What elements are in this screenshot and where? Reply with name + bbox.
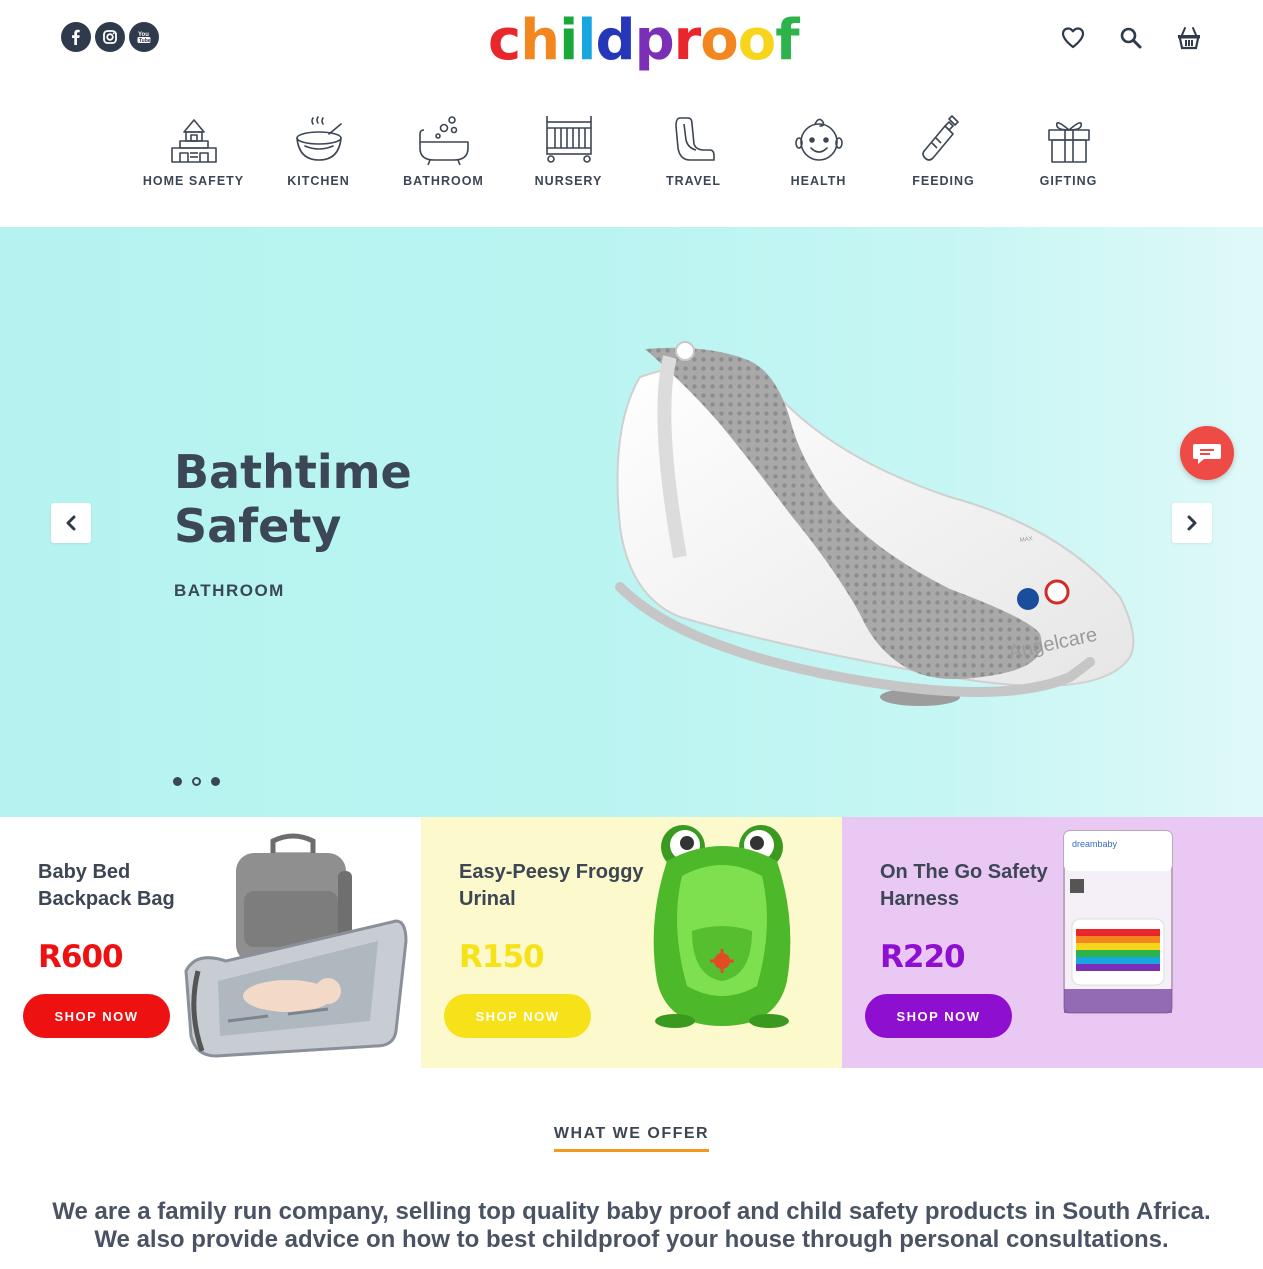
froggy-urinal-image	[653, 825, 791, 1028]
hero-title: Bathtime Safety	[174, 445, 474, 553]
promo-price: R600	[38, 939, 124, 975]
category-health[interactable]: HEALTH	[756, 112, 881, 188]
category-nursery[interactable]: NURSERY	[506, 112, 631, 188]
about-paragraph: We are a family run company, selling top…	[52, 1198, 1211, 1253]
logo-letter: r	[673, 8, 702, 73]
facebook-icon[interactable]	[61, 22, 91, 52]
logo-letter: h	[520, 8, 560, 73]
category-label: HEALTH	[790, 174, 847, 188]
category-label: HOME SAFETY	[142, 174, 245, 188]
youtube-icon[interactable]: You Tube	[129, 22, 159, 52]
svg-text:dreambaby: dreambaby	[1072, 839, 1118, 849]
carousel-dot-3[interactable]	[211, 777, 220, 786]
promo-price: R150	[459, 939, 545, 975]
gift-box-icon	[1047, 122, 1090, 163]
logo-letter: i	[559, 8, 578, 73]
carousel-dot-2[interactable]	[192, 777, 201, 786]
safety-harness-package-image: dreambaby	[1063, 830, 1173, 1014]
category-nav: HOME SAFETY KITCHEN BATHROOM NURSERY TRA…	[131, 112, 1131, 188]
hero-carousel: Bathtime Safety BATHROOM Angelcare MAX	[0, 227, 1263, 817]
house-blocks-icon	[170, 119, 217, 163]
category-home-safety[interactable]: HOME SAFETY	[131, 112, 256, 188]
baby-bath-seat-image: Angelcare MAX	[615, 341, 1135, 706]
promo-title: On The Go Safety Harness	[880, 861, 1048, 910]
logo-letter: f	[775, 8, 799, 73]
hero-category-link[interactable]: BATHROOM	[174, 581, 285, 601]
hero-title-line-2: Safety	[174, 499, 342, 553]
category-label: GIFTING	[1039, 174, 1098, 188]
promo-tile-safety-harness[interactable]: On The Go Safety Harness R220 SHOP NOW d…	[842, 817, 1263, 1068]
instagram-icon[interactable]	[95, 22, 125, 52]
promo-tile-backpack[interactable]: Baby Bed Backpack Bag R600 SHOP NOW	[0, 817, 421, 1068]
category-gifting[interactable]: GIFTING	[1006, 112, 1131, 188]
logo-letter: d	[595, 8, 635, 73]
logo-letter: o	[737, 8, 776, 73]
search-icon[interactable]	[1117, 24, 1145, 52]
category-label: NURSERY	[534, 174, 603, 188]
site-header: You Tube childproof	[0, 0, 1263, 84]
shop-now-button[interactable]: SHOP NOW	[865, 994, 1012, 1038]
shop-now-button[interactable]: SHOP NOW	[23, 994, 170, 1038]
chevron-left-icon	[66, 515, 76, 531]
promo-tiles: Baby Bed Backpack Bag R600 SHOP NOW Easy…	[0, 817, 1263, 1068]
social-links: You Tube	[61, 22, 159, 52]
category-feeding[interactable]: FEEDING	[881, 112, 1006, 188]
bowl-icon	[295, 116, 342, 161]
category-label: FEEDING	[912, 174, 975, 188]
shop-now-button[interactable]: SHOP NOW	[444, 994, 591, 1038]
baby-face-icon	[794, 118, 843, 161]
chat-bubble-icon	[1193, 444, 1221, 464]
bathtub-icon	[418, 116, 469, 166]
category-label: BATHROOM	[403, 174, 484, 188]
what-we-offer-heading: WHAT WE OFFER	[553, 1125, 710, 1152]
carousel-dots	[173, 777, 220, 786]
baby-bottle-icon	[921, 115, 959, 161]
car-seat-icon	[674, 117, 715, 161]
category-label: KITCHEN	[287, 174, 350, 188]
category-travel[interactable]: TRAVEL	[631, 112, 756, 188]
promo-tile-froggy-urinal[interactable]: Easy-Peesy Froggy Urinal R150 SHOP NOW	[421, 817, 842, 1068]
section-heading: WHAT WE OFFER	[0, 1125, 1263, 1152]
category-label: TRAVEL	[665, 174, 722, 188]
crib-icon	[545, 116, 592, 163]
baby-bed-backpack-image	[184, 833, 408, 1058]
promo-title: Easy-Peesy Froggy Urinal	[459, 861, 644, 910]
cart-basket-icon[interactable]	[1175, 24, 1203, 52]
logo-letter: o	[700, 8, 738, 73]
header-actions	[1059, 24, 1203, 52]
logo-letter: c	[488, 8, 521, 73]
logo-letter: p	[634, 8, 675, 73]
chat-widget-button[interactable]	[1180, 426, 1234, 480]
carousel-dot-1[interactable]	[173, 777, 182, 786]
chevron-right-icon	[1187, 515, 1197, 531]
category-bathroom[interactable]: BATHROOM	[381, 112, 506, 188]
promo-price: R220	[880, 939, 966, 975]
carousel-prev-button[interactable]	[51, 503, 91, 543]
carousel-next-button[interactable]	[1172, 503, 1212, 543]
svg-text:Tube: Tube	[139, 38, 151, 44]
logo-letter: l	[577, 8, 596, 73]
hero-title-line-1: Bathtime	[174, 445, 412, 499]
childproof-logo[interactable]: childproof	[488, 6, 800, 76]
wishlist-heart-icon[interactable]	[1059, 24, 1087, 52]
category-kitchen[interactable]: KITCHEN	[256, 112, 381, 188]
